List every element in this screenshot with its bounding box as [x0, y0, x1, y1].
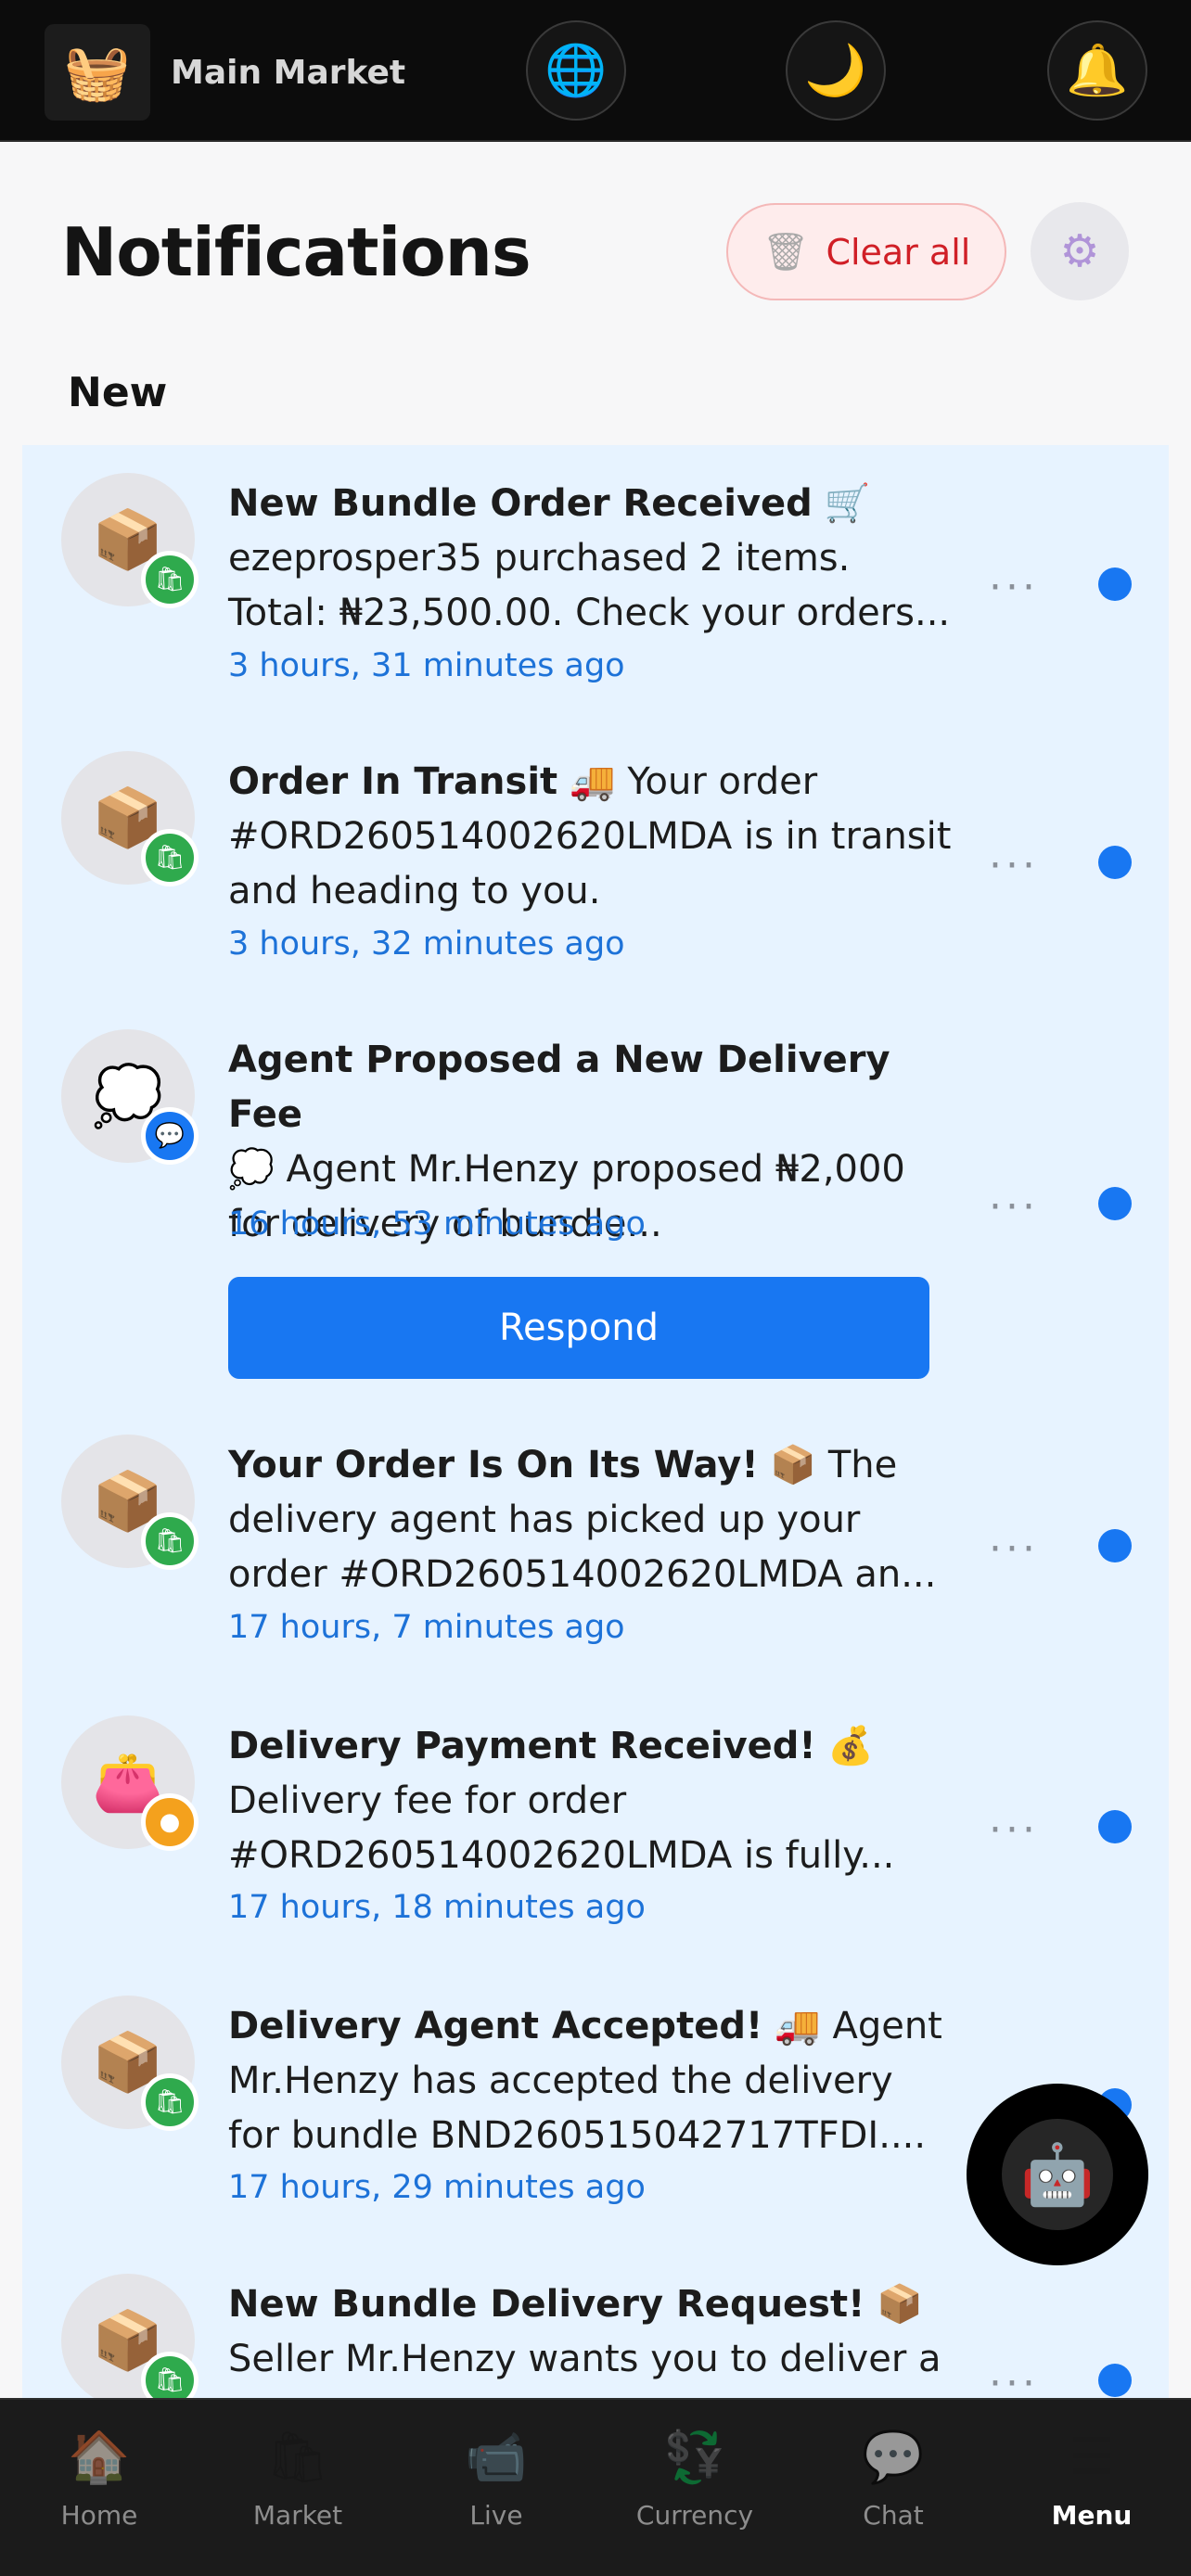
house-icon: 🏠: [68, 2428, 131, 2486]
notification-text: Delivery Agent Accepted! 🚚 Agent Mr.Henz…: [228, 2005, 942, 2157]
notification-text: Order In Transit 🚚 Your order #ORD260514…: [228, 760, 952, 912]
speech-bubble-icon: 💬: [862, 2428, 925, 2486]
brand-name: Main Market: [171, 53, 406, 92]
nav-live[interactable]: 📹 Live: [397, 2400, 596, 2576]
notification-time: 17 hours, 29 minutes ago: [228, 2169, 646, 2206]
nav-label: Market: [252, 2500, 343, 2531]
notification-item[interactable]: 📦 🛍 Your Order Is On Its Way! 📦 The deli…: [22, 1407, 1169, 1685]
notification-time: 17 hours, 7 minutes ago: [228, 1609, 625, 1646]
nav-chat[interactable]: 💬 Chat: [794, 2400, 992, 2576]
notification-time: 16 hours, 53 minutes ago: [228, 1205, 646, 1243]
clear-all-button[interactable]: 🗑 Clear all: [726, 203, 1006, 300]
clear-all-label: Clear all: [826, 231, 971, 273]
nav-currency[interactable]: 💱 Currency: [596, 2400, 794, 2576]
shopping-bag-badge-icon: 🛍: [141, 1512, 198, 1570]
currency-exchange-icon: 💱: [663, 2428, 726, 2486]
robot-icon: 🤖: [1002, 2119, 1113, 2230]
more-options-icon[interactable]: ···: [989, 1806, 1039, 1854]
assistant-bot-button[interactable]: 🤖: [967, 2084, 1148, 2265]
unread-dot: [1098, 1187, 1132, 1220]
nav-label: Live: [469, 2500, 523, 2531]
bottom-navigation: 🏠 Home 🛍 Market 📹 Live 💱 Currency 💬 Chat…: [0, 2398, 1191, 2576]
notification-time: 3 hours, 32 minutes ago: [228, 925, 625, 963]
notification-item[interactable]: 📦 🛍 New Bundle Order Received 🛒 ezeprosp…: [22, 445, 1169, 723]
notification-item[interactable]: 📦 🛍 New Bundle Delivery Request! 📦 Selle…: [22, 2241, 1169, 2398]
brand[interactable]: 🧺 Main Market: [45, 24, 405, 121]
moon-icon[interactable]: 🌙: [786, 20, 886, 121]
notification-time: 3 hours, 31 minutes ago: [228, 647, 625, 684]
notification-text: Your Order Is On Its Way! 📦 The delivery…: [228, 1444, 937, 1596]
trash-icon: 🗑: [762, 231, 810, 274]
unread-dot: [1098, 846, 1132, 879]
more-options-icon[interactable]: ···: [989, 842, 1039, 889]
shopping-bag-badge-icon: 🛍: [141, 829, 198, 886]
more-options-icon[interactable]: ···: [989, 1525, 1039, 1573]
more-options-icon[interactable]: ···: [989, 564, 1039, 611]
nav-home[interactable]: 🏠 Home: [0, 2400, 198, 2576]
respond-button[interactable]: Respond: [228, 1277, 929, 1379]
notification-text: New Bundle Order Received 🛒 ezeprosper35…: [228, 482, 951, 634]
notification-item[interactable]: 💭 💬 Agent Proposed a New Delivery Fee 💭 …: [22, 1001, 1169, 1407]
notification-time: 17 hours, 18 minutes ago: [228, 1889, 646, 1926]
market-logo-icon: 🧺: [45, 24, 150, 121]
notification-text: New Bundle Delivery Request! 📦 Seller Mr…: [228, 2283, 941, 2380]
nav-menu[interactable]: ☰ Menu: [992, 2400, 1191, 2576]
shopping-bag-badge-icon: 🛍: [141, 2073, 198, 2131]
coin-badge-icon: ●: [141, 1793, 198, 1851]
settings-gear-icon[interactable]: ⚙: [1031, 202, 1129, 300]
nav-label: Home: [60, 2500, 138, 2531]
more-options-icon[interactable]: ···: [989, 2360, 1039, 2398]
nav-label: Chat: [863, 2500, 924, 2531]
unread-dot: [1098, 1529, 1132, 1562]
chat-badge-icon: 💬: [141, 1107, 198, 1165]
unread-dot: [1098, 2364, 1132, 2397]
unread-dot: [1098, 1810, 1132, 1843]
more-options-icon[interactable]: ···: [989, 1183, 1039, 1231]
nav-label: Menu: [1051, 2500, 1133, 2531]
notification-item[interactable]: 👛 ● Delivery Payment Received! 💰 Deliver…: [22, 1685, 1169, 1963]
unread-dot: [1098, 567, 1132, 601]
notification-list: 📦 🛍 New Bundle Order Received 🛒 ezeprosp…: [22, 445, 1169, 2398]
shopping-bag-badge-icon: 🛍: [141, 551, 198, 608]
section-new-label: New: [68, 369, 168, 416]
nav-market[interactable]: 🛍 Market: [198, 2400, 397, 2576]
nav-label: Currency: [635, 2500, 754, 2531]
bell-icon[interactable]: 🔔: [1047, 20, 1147, 121]
menu-icon: ☰: [1069, 2428, 1115, 2486]
top-bar: 🧺 Main Market 🌐 🌙 🔔: [0, 0, 1191, 142]
notification-text: Delivery Payment Received! 💰 Delivery fe…: [228, 1725, 895, 1877]
shopping-bags-icon: 🛍: [265, 2428, 330, 2486]
page-title: Notifications: [61, 213, 531, 291]
globe-icon[interactable]: 🌐: [526, 20, 626, 121]
notification-item[interactable]: 📦 🛍 Order In Transit 🚚 Your order #ORD26…: [22, 723, 1169, 1001]
video-camera-icon: 📹: [465, 2428, 528, 2486]
